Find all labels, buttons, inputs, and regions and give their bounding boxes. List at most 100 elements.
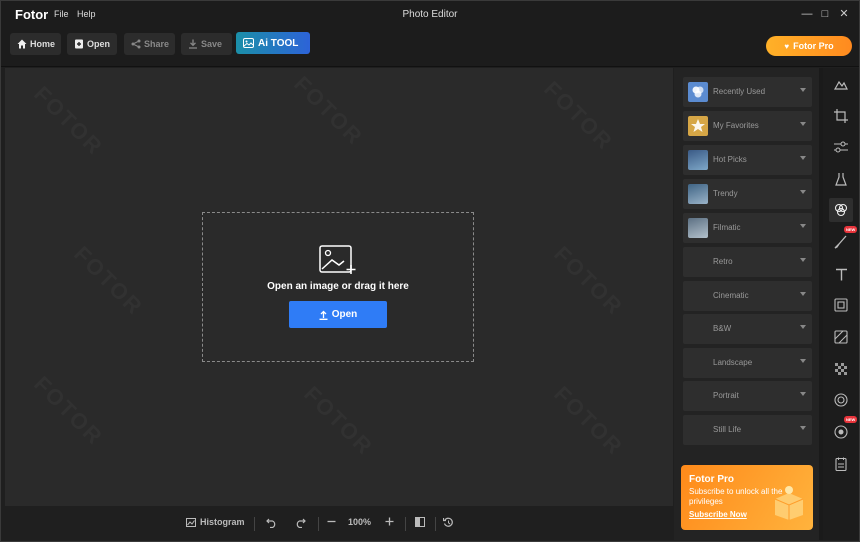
filter-my-favorites[interactable]: My Favorites (683, 111, 812, 141)
bottom-bar: Histogram 100% (5, 508, 673, 540)
zoom-out-button[interactable] (327, 517, 340, 526)
filter-label: Still Life (713, 425, 742, 434)
reset-icon (443, 517, 453, 527)
promo-title: Fotor Pro (689, 474, 734, 485)
filter-cinematic[interactable]: Cinematic (683, 281, 812, 311)
chevron-down-icon (800, 122, 806, 126)
filter-portrait[interactable]: Portrait (683, 381, 812, 411)
drop-instructions: Open an image or drag it here (267, 281, 409, 292)
watermark: FOTOR (68, 241, 148, 321)
watermark: FOTOR (548, 381, 628, 461)
watermark: FOTOR (548, 241, 628, 321)
frame-icon[interactable] (829, 293, 853, 317)
landscape-icon[interactable] (829, 72, 853, 96)
filter-landscape[interactable]: Landscape (683, 348, 812, 378)
editor-canvas[interactable]: FOTOR FOTOR FOTOR FOTOR FOTOR FOTOR FOTO… (5, 68, 673, 506)
undo-button[interactable] (266, 517, 281, 528)
filter-label: B&W (713, 324, 732, 333)
close-icon[interactable]: ✕ (835, 6, 853, 22)
sticker-icon[interactable] (829, 325, 853, 349)
crop-icon[interactable] (829, 104, 853, 128)
share-label: Share (144, 39, 170, 49)
add-image-icon (319, 245, 356, 274)
app-window: Fotor File Help Photo Editor — □ ✕ Home … (0, 0, 860, 542)
new-badge: NEW (844, 416, 858, 423)
filter-trendy[interactable]: Trendy (683, 179, 812, 209)
diamond-icon: ♥ (784, 41, 790, 51)
subscribe-link[interactable]: Subscribe Now (689, 510, 747, 519)
ai-tool-button[interactable]: Ai TOOL (236, 32, 310, 54)
share-button[interactable]: Share (124, 33, 175, 55)
effects-circles-icon[interactable] (829, 198, 853, 222)
divider (405, 517, 406, 531)
home-icon (17, 39, 27, 49)
home-button[interactable]: Home (10, 33, 61, 55)
filter-label: Trendy (713, 189, 738, 198)
ai-circle-icon[interactable]: NEW (829, 416, 858, 444)
filter-hot-picks[interactable]: Hot Picks (683, 145, 812, 175)
filter-thumbnail (688, 82, 708, 102)
filter-retro[interactable]: Retro (683, 247, 812, 277)
window-title: Photo Editor (402, 9, 458, 20)
filter-label: Landscape (713, 358, 753, 367)
ai-tool-label: Ai TOOL (258, 37, 299, 49)
watermark: FOTOR (28, 371, 108, 451)
watermark: FOTOR (288, 71, 368, 151)
open-toolbar-button[interactable]: Open (67, 33, 117, 55)
chevron-down-icon (800, 359, 806, 363)
chevron-down-icon (800, 292, 806, 296)
histogram-icon (186, 517, 196, 527)
watermark: FOTOR (28, 81, 108, 161)
open-image-button[interactable]: Open (289, 301, 387, 328)
zoom-in-button[interactable] (385, 517, 398, 526)
filter-filmatic[interactable]: Filmatic (683, 213, 812, 243)
watermark: FOTOR (298, 381, 378, 461)
divider (318, 517, 319, 531)
tool-rail: NEW NEW (823, 68, 859, 540)
drop-zone[interactable]: Open an image or drag it here Open (202, 212, 474, 362)
text-icon[interactable] (829, 262, 853, 286)
notes-icon[interactable] (829, 452, 853, 476)
chevron-down-icon (800, 258, 806, 262)
fotor-pro-button[interactable]: ♥ Fotor Pro (766, 36, 852, 56)
open-image-label: Open (331, 309, 358, 320)
filter-thumbnail (688, 218, 708, 238)
redo-button[interactable] (295, 517, 310, 528)
maximize-icon[interactable]: □ (816, 6, 834, 22)
filter-label: Retro (713, 257, 733, 266)
minimize-icon[interactable]: — (798, 6, 816, 22)
top-toolbar: Home Open Share Save Ai TOOL ♥ Fotor Pro (1, 29, 859, 67)
chevron-down-icon (800, 156, 806, 160)
filter-recently-used[interactable]: Recently Used (683, 77, 812, 107)
new-badge: NEW (844, 226, 858, 233)
minus-icon (327, 520, 336, 523)
ai-image-icon (243, 38, 254, 48)
filter-thumbnail (688, 184, 708, 204)
save-button[interactable]: Save (181, 33, 232, 55)
histogram-button[interactable]: Histogram (186, 517, 245, 527)
pro-promo-card[interactable]: Fotor Pro Subscribe to unlock all the pr… (681, 465, 813, 530)
upload-icon (319, 310, 328, 320)
open-label: Open (87, 39, 111, 49)
filter-still-life[interactable]: Still Life (683, 415, 812, 445)
filter-label: My Favorites (713, 121, 759, 130)
chevron-down-icon (800, 88, 806, 92)
adjust-sliders-icon[interactable] (829, 135, 853, 159)
chevron-down-icon (800, 392, 806, 396)
open-file-icon (75, 39, 83, 49)
filter-thumbnail (688, 116, 708, 136)
filter-label: Portrait (713, 391, 739, 400)
save-label: Save (201, 39, 223, 49)
filter-bw[interactable]: B&W (683, 314, 812, 344)
filter-label: Cinematic (713, 291, 749, 300)
reset-button[interactable] (443, 517, 458, 528)
beaker-icon[interactable] (829, 167, 853, 191)
filter-label: Recently Used (713, 87, 766, 96)
filter-label: Filmatic (713, 223, 741, 232)
brush-icon[interactable]: NEW (829, 226, 858, 254)
divider (254, 517, 255, 531)
circle-icon[interactable] (829, 388, 853, 412)
mosaic-icon[interactable] (829, 357, 853, 381)
divider (435, 517, 436, 531)
compare-button[interactable] (415, 517, 429, 527)
